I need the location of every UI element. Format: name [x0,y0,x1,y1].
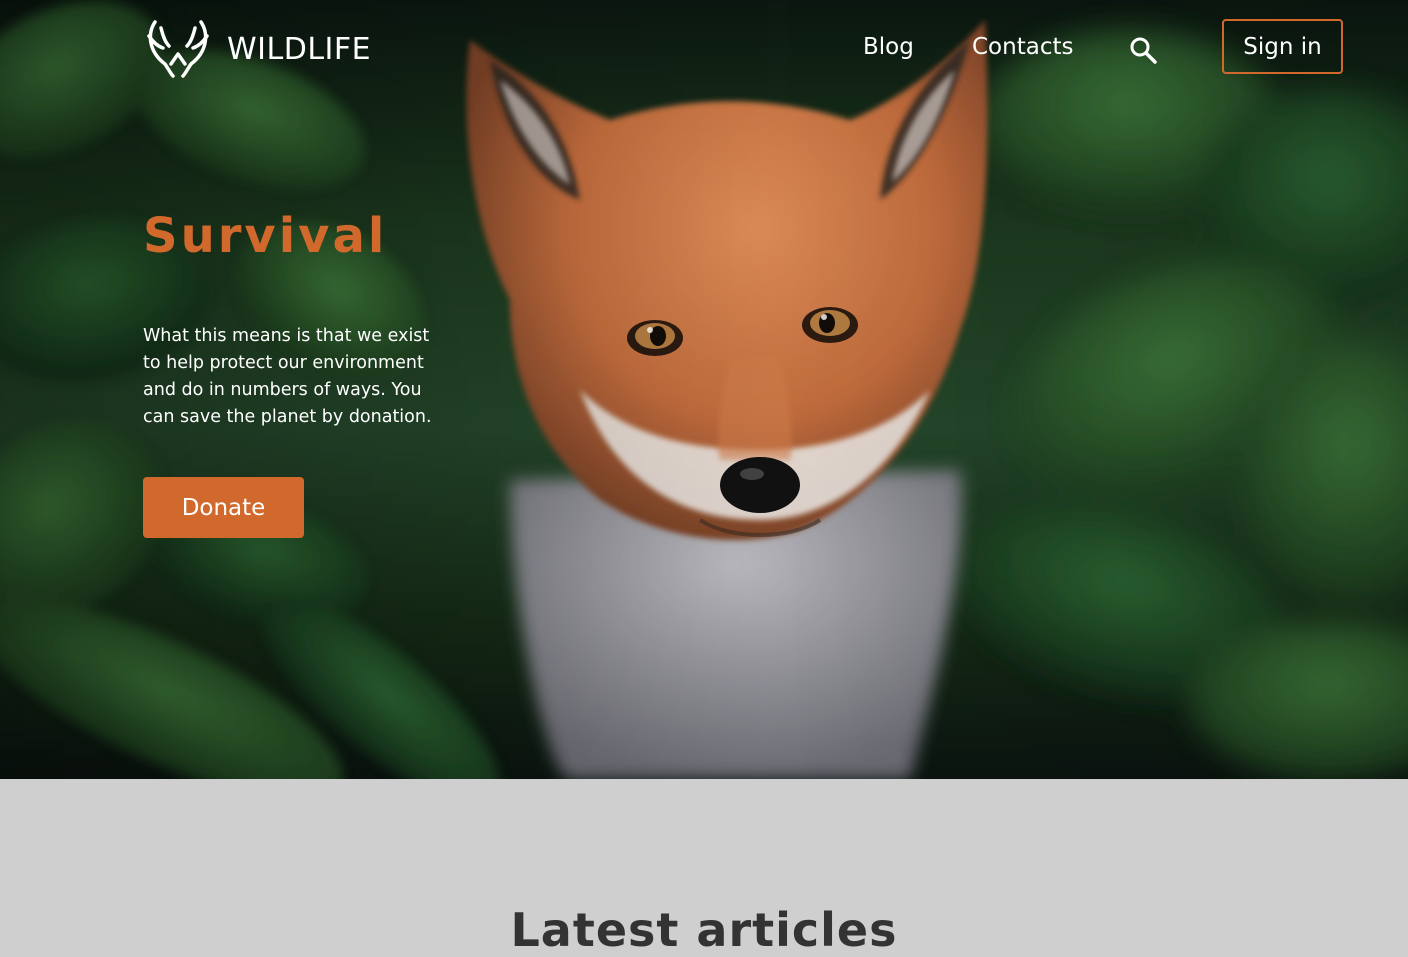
fox-image [466,20,988,779]
latest-articles-heading: Latest articles [510,903,898,957]
nav-link-contacts[interactable]: Contacts [972,34,1073,60]
antlers-icon [147,20,209,78]
brand-logo[interactable]: WILDLIFE [143,18,371,80]
hero-title: Survival [143,208,388,264]
brand-name: WILDLIFE [227,31,372,67]
hero-description: What this means is that we exist to help… [143,326,432,427]
search-icon[interactable] [1129,36,1157,64]
nav-link-blog[interactable]: Blog [863,34,914,60]
hero-section: WILDLIFE Blog Contacts Sign in Survival … [0,0,1408,779]
donate-button[interactable]: Donate [143,477,304,538]
top-navigation: WILDLIFE Blog Contacts Sign in [0,0,1408,96]
sign-in-button[interactable]: Sign in [1222,19,1343,74]
